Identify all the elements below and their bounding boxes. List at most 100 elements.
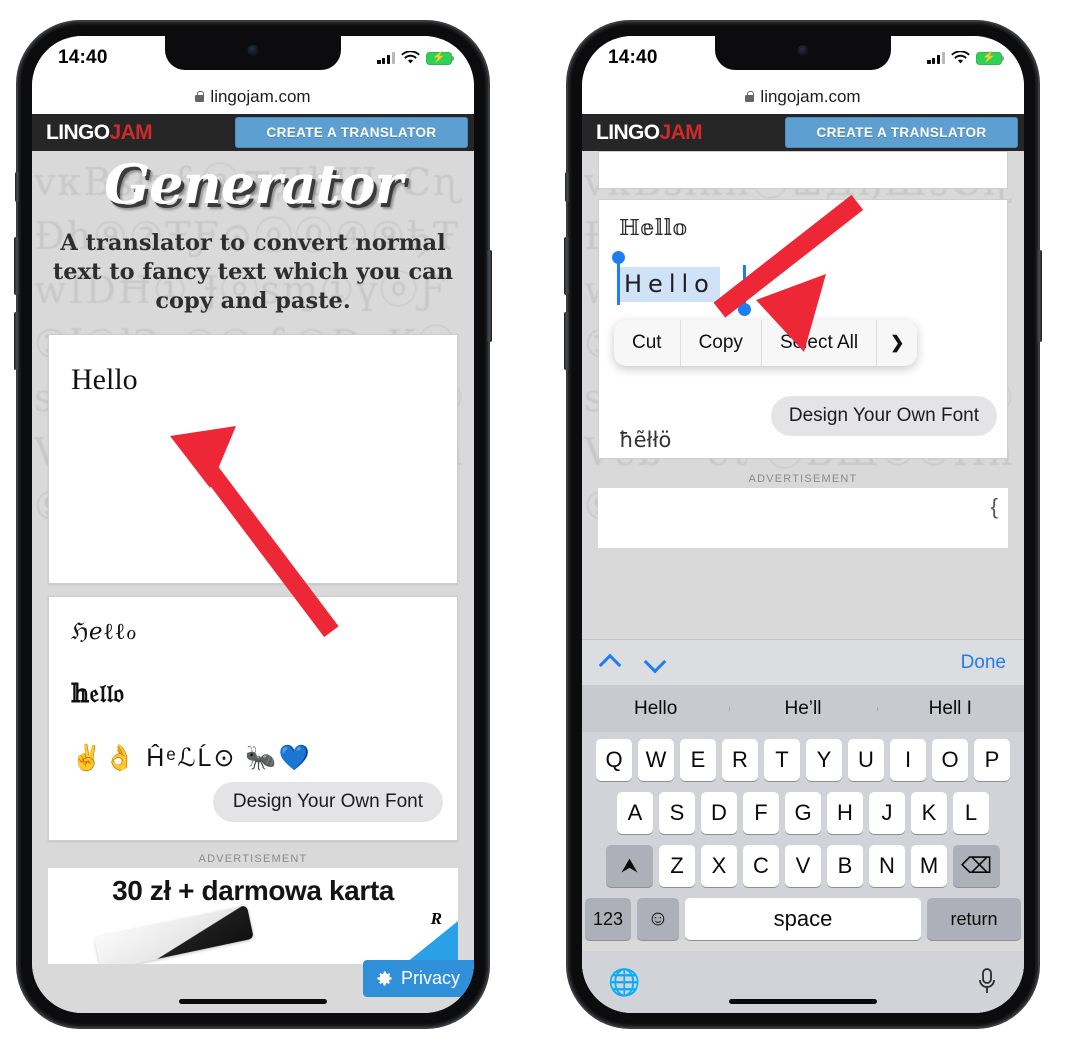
chevron-right-icon[interactable]: ❯ [877, 320, 917, 366]
key-q[interactable]: Q [596, 739, 632, 781]
advertisement-label: ADVERTISEMENT [198, 853, 308, 865]
silence-switch[interactable] [565, 172, 569, 202]
chevron-up-icon[interactable] [600, 653, 619, 672]
output-row[interactable]: ✌👌 ĤᵉℒĹ⊙ 🐜💙 [71, 743, 435, 773]
lingojam-logo[interactable]: LINGOJAM [596, 120, 703, 145]
key-e[interactable]: E [680, 739, 716, 781]
key-s[interactable]: S [659, 792, 695, 834]
key-y[interactable]: Y [806, 739, 842, 781]
text-selection-context-menu[interactable]: Cut Copy Select All ❯ [614, 320, 918, 366]
ad-partial-glyph: { [990, 494, 998, 519]
site-header: LINGOJAM CREATE A TRANSLATOR [582, 114, 1024, 151]
emoji-icon[interactable]: ☺ [637, 898, 679, 940]
keyboard-done-button[interactable]: Done [961, 652, 1006, 674]
key-i[interactable]: I [890, 739, 926, 781]
right-phone-screen: 14:40 ⚡ lingojam.com LINGOJAM CREATE A T… [582, 36, 1024, 1013]
page-title: Generator [104, 152, 403, 216]
screenshot-root: 14:40 ⚡ lingojam.com LINGOJAM CREATE A T… [0, 0, 1068, 1051]
volume-down-button[interactable] [564, 312, 569, 370]
home-indicator[interactable] [729, 999, 877, 1004]
volume-up-button[interactable] [14, 237, 19, 295]
context-menu-pointer [640, 320, 656, 323]
key-r[interactable]: R [722, 739, 758, 781]
text-input-card[interactable]: Hello [48, 334, 458, 584]
page-subtitle: A translator to convert normal text to f… [52, 230, 454, 314]
design-your-own-font-button[interactable]: Design Your Own Font [770, 396, 997, 436]
lingojam-logo[interactable]: LINGOJAM [46, 121, 153, 145]
key-n[interactable]: N [869, 845, 905, 887]
microphone-icon[interactable] [976, 967, 998, 997]
numbers-key[interactable]: 123 [585, 898, 631, 940]
key-j[interactable]: J [869, 792, 905, 834]
key-a[interactable]: A [617, 792, 653, 834]
output-row[interactable]: ℍ𝕖𝕝𝕝𝕠 [619, 216, 987, 241]
text-selection-region[interactable]: Hello [612, 251, 987, 316]
silence-switch[interactable] [15, 172, 19, 202]
power-button[interactable] [487, 250, 492, 342]
space-key[interactable]: space [685, 898, 921, 940]
output-row-partial[interactable]: ħẽłłö [619, 428, 671, 452]
key-v[interactable]: V [785, 845, 821, 887]
key-x[interactable]: X [701, 845, 737, 887]
copy-menu-item[interactable]: Copy [681, 320, 762, 366]
wifi-icon [951, 51, 970, 64]
key-g[interactable]: G [785, 792, 821, 834]
key-w[interactable]: W [638, 739, 674, 781]
keyboard-keys: Q W E R T Y U I O P A S D F G H J K L ⮝ … [582, 732, 1024, 940]
key-h[interactable]: H [827, 792, 863, 834]
url-text: lingojam.com [760, 87, 861, 106]
privacy-badge[interactable]: Privacy [362, 960, 474, 997]
logo-lingo: LINGO [596, 120, 660, 144]
browser-url-bar[interactable]: lingojam.com [582, 80, 1024, 114]
key-t[interactable]: T [764, 739, 800, 781]
create-a-translator-button[interactable]: CREATE A TRANSLATOR [235, 117, 468, 148]
browser-url-bar[interactable]: lingojam.com [32, 80, 474, 114]
fancy-output-card: ℌℯℓℓℴ 𝕙𝔢𝔩𝔩𝔬 ✌👌 ĤᵉℒĹ⊙ 🐜💙 Design Your Own … [48, 596, 458, 841]
power-button[interactable] [1037, 250, 1042, 342]
volume-up-button[interactable] [564, 237, 569, 295]
return-key[interactable]: return [927, 898, 1021, 940]
key-d[interactable]: D [701, 792, 737, 834]
wifi-icon [401, 51, 420, 64]
prediction-item[interactable]: Hello [582, 698, 729, 720]
chevron-down-icon[interactable] [645, 653, 664, 672]
lock-icon [195, 91, 205, 102]
key-u[interactable]: U [848, 739, 884, 781]
select-all-menu-item[interactable]: Select All [762, 320, 878, 366]
ad-credit-card-image [94, 905, 254, 964]
key-k[interactable]: K [911, 792, 947, 834]
key-c[interactable]: C [743, 845, 779, 887]
output-row[interactable]: ℌℯℓℓℴ [71, 619, 435, 645]
key-p[interactable]: P [974, 739, 1010, 781]
selection-handle-start[interactable] [612, 251, 625, 264]
left-phone-screen: 14:40 ⚡ lingojam.com LINGOJAM CREATE A T… [32, 36, 474, 1013]
advertisement-banner[interactable]: { [598, 488, 1008, 548]
key-l[interactable]: L [953, 792, 989, 834]
create-a-translator-button[interactable]: CREATE A TRANSLATOR [785, 117, 1018, 148]
privacy-label: Privacy [400, 968, 460, 988]
advertisement-banner[interactable]: 30 zł + darmowa karta R [48, 868, 458, 964]
key-z[interactable]: Z [659, 845, 695, 887]
key-m[interactable]: M [911, 845, 947, 887]
keyboard-row-2: A S D F G H J K L [585, 792, 1021, 834]
volume-down-button[interactable] [14, 312, 19, 370]
key-b[interactable]: B [827, 845, 863, 887]
globe-icon[interactable]: 🌐 [608, 967, 640, 998]
output-row[interactable]: 𝕙𝔢𝔩𝔩𝔬 [71, 679, 435, 709]
shift-icon[interactable]: ⮝ [606, 845, 653, 887]
fancy-output-card: ℍ𝕖𝕝𝕝𝕠 Hello Cut Copy Select All ❯ ħẽłłö … [598, 199, 1008, 459]
home-indicator[interactable] [179, 999, 327, 1004]
key-o[interactable]: O [932, 739, 968, 781]
status-indicators: ⚡ [377, 51, 455, 65]
selection-caret-start[interactable] [617, 259, 620, 305]
key-f[interactable]: F [743, 792, 779, 834]
source-text-input[interactable]: Hello [71, 363, 435, 397]
prediction-item[interactable]: Hell I [876, 698, 1024, 720]
design-your-own-font-button[interactable]: Design Your Own Font [212, 782, 443, 822]
selection-handle-end[interactable] [738, 303, 751, 316]
selected-text[interactable]: Hello [619, 267, 720, 302]
backspace-icon[interactable]: ⌫ [953, 845, 1000, 887]
ad-registered-mark: R [430, 909, 442, 928]
cut-menu-item[interactable]: Cut [614, 320, 681, 366]
prediction-item[interactable]: He’ll [729, 698, 876, 720]
